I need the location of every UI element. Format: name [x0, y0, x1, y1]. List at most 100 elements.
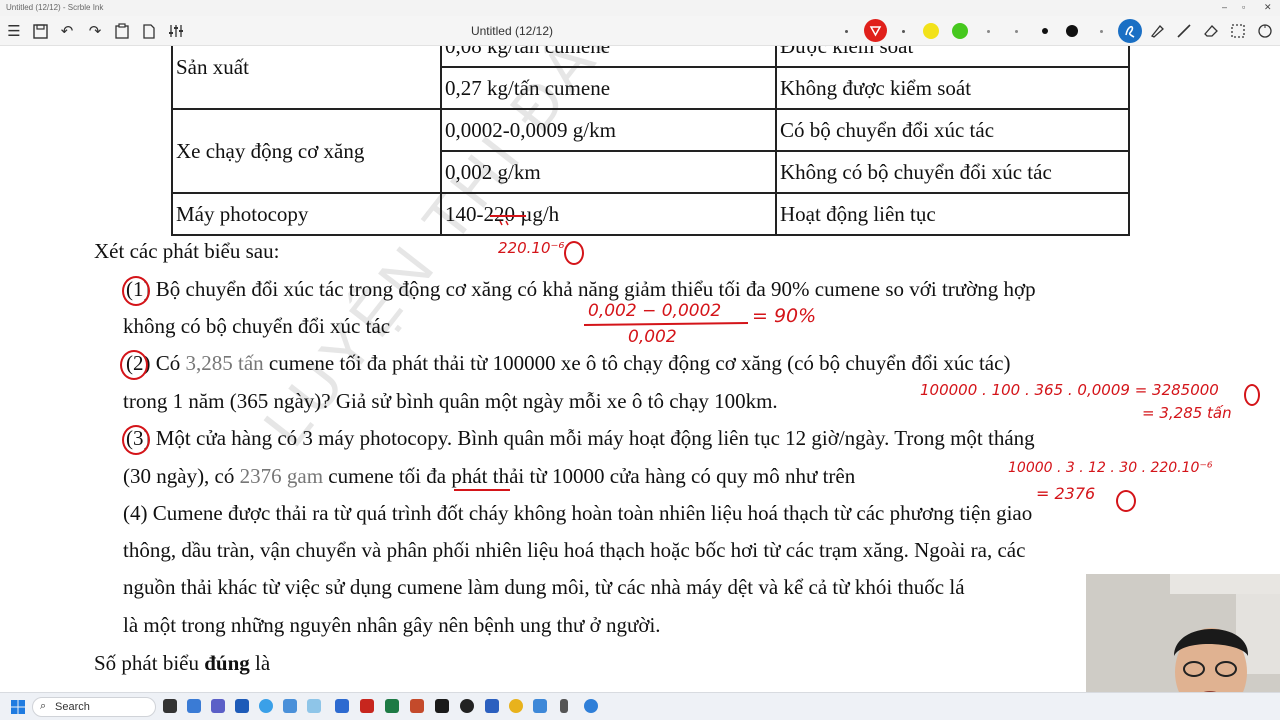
annotation-text: 0,002 − 0,0002 — [588, 301, 722, 321]
app-icon[interactable] — [584, 699, 598, 713]
table-cell: Được kiểm soát — [775, 46, 1130, 68]
minimize-button[interactable]: – — [1222, 2, 1227, 12]
word-icon[interactable] — [485, 699, 499, 713]
annotation-text: 0,002 — [628, 327, 677, 347]
yellow-pen-swatch[interactable] — [923, 23, 939, 39]
select-icon[interactable] — [1228, 21, 1248, 41]
size-dot[interactable] — [1015, 30, 1018, 33]
annotation-text: 100000 . 100 . 365 . 0,0009 = 3285000 — [920, 381, 1219, 399]
app-icon[interactable] — [283, 699, 297, 713]
table-row: Máy photocopy 140-220 µg/h Hoạt động liê… — [171, 192, 1130, 236]
annotation-text: = 2376 — [1036, 484, 1096, 503]
table-cell: 0,27 kg/tấn cumene — [440, 66, 777, 110]
green-pen-swatch[interactable] — [952, 23, 968, 39]
table-cell: Không có bộ chuyển đổi xúc tác — [775, 150, 1130, 194]
app-icon[interactable] — [533, 699, 547, 713]
statement-4-cont: là một trong những nguyên nhân gây nên b… — [123, 613, 661, 637]
annotation-circle — [122, 276, 150, 306]
taskbar: ⌕ Search — [0, 692, 1280, 720]
annotation-circle — [120, 350, 148, 380]
zoom-icon[interactable] — [1255, 21, 1275, 41]
table-cell: Máy photocopy — [171, 192, 442, 236]
table-row: Sản xuất 0,08 kg/tấn cumene Được kiểm so… — [171, 46, 1130, 110]
annotation-circle — [564, 241, 584, 265]
table-row: Xe chạy động cơ xăng 0,0002-0,0009 g/km … — [171, 108, 1130, 194]
table-cell: Sản xuất — [171, 46, 442, 110]
app-icon[interactable] — [435, 699, 449, 713]
statement-2-value: 3,285 tấn — [185, 351, 264, 375]
statement-4: (4) Cumene được thải ra từ quá trình đốt… — [123, 501, 1033, 525]
statement-3-cont: (30 ngày), có 2376 gam cumene tối đa phá… — [123, 464, 855, 489]
statement-3-text: (30 ngày), có — [123, 464, 240, 488]
annotation-circle — [1244, 384, 1260, 406]
edge-icon[interactable] — [259, 699, 273, 713]
statement-4-cont: thông, dầu tràn, vận chuyển và phân phối… — [123, 538, 1026, 562]
intro-text: Xét các phát biểu sau: — [94, 239, 280, 263]
app-icon[interactable] — [307, 699, 321, 713]
statement-2-text: Có — [155, 351, 186, 375]
table-cell: 0,08 kg/tấn cumene — [440, 46, 777, 68]
app-toolbar: ☰ ↶ ↷ Untitled (12/12) — [0, 16, 1280, 46]
excel-icon[interactable] — [385, 699, 399, 713]
question-text: Số phát biểu đúng là — [94, 651, 270, 676]
size-dot[interactable] — [1100, 30, 1103, 33]
search-label: Search — [55, 701, 90, 713]
search-icon: ⌕ — [40, 700, 47, 712]
obs-icon[interactable] — [460, 699, 474, 713]
app-icon[interactable] — [187, 699, 201, 713]
teams-icon[interactable] — [211, 699, 225, 713]
app-icon[interactable] — [335, 699, 349, 713]
statement-3: (3) Một cửa hàng có 3 máy photocopy. Bìn… — [126, 426, 1035, 451]
statement-4-cont: nguồn thải khác từ việc sử dụng cumene l… — [123, 575, 965, 599]
app-icon[interactable] — [560, 699, 568, 713]
table-cell: 0,0002-0,0009 g/km — [440, 108, 777, 152]
annotation-text: = 90% — [752, 305, 817, 327]
statement-3-text: cumene tối đa phát thải từ 10000 cửa hàn… — [323, 464, 856, 488]
annotation-circle — [1116, 490, 1136, 512]
table-cell: Hoạt động liên tục — [775, 192, 1130, 236]
taskbar-search[interactable]: ⌕ Search — [32, 697, 156, 717]
table-cell: Xe chạy động cơ xăng — [171, 108, 442, 194]
statement-1: (1) Bộ chuyển đổi xúc tác trong động cơ … — [126, 277, 1036, 302]
black-pen-large[interactable] — [1066, 25, 1078, 37]
pen-icon[interactable] — [1174, 21, 1194, 41]
black-pen-small[interactable] — [1042, 28, 1048, 34]
size-dot[interactable] — [987, 30, 990, 33]
annotation-circle — [122, 425, 150, 455]
maximize-button[interactable]: ▫ — [1242, 2, 1245, 12]
annotation-text: 220.10⁻⁶ — [498, 239, 565, 257]
statement-2: (2) Có 3,285 tấn cumene tối đa phát thải… — [126, 351, 1010, 376]
annotation-text: = 3,285 tấn — [1142, 404, 1232, 422]
emission-table: Sản xuất 0,08 kg/tấn cumene Được kiểm so… — [171, 46, 1130, 236]
windows-start-icon[interactable] — [8, 697, 28, 717]
statement-1-text: Bộ chuyển đổi xúc tác trong động cơ xăng… — [155, 277, 1036, 301]
table-cell: Không được kiểm soát — [775, 66, 1130, 110]
question-part: là — [249, 651, 271, 675]
window-title: Untitled (12/12) - Scrble Ink — [6, 3, 104, 12]
annotation-underline — [490, 215, 526, 226]
app-icon[interactable] — [235, 699, 249, 713]
statement-2-cont: trong 1 năm (365 ngày)? Giả sử bình quân… — [123, 389, 778, 413]
table-cell: Có bộ chuyển đổi xúc tác — [775, 108, 1130, 152]
close-button[interactable]: ✕ — [1264, 2, 1272, 13]
task-view-icon[interactable] — [163, 699, 177, 713]
statement-3-value: 2376 gam — [239, 464, 324, 488]
chrome-icon[interactable] — [509, 699, 523, 713]
red-pen-swatch[interactable] — [864, 19, 887, 42]
question-part: Số phát biểu — [94, 651, 205, 675]
question-emphasis: đúng — [204, 651, 250, 675]
table-cell: 0,002 g/km — [440, 150, 777, 194]
powerpoint-icon[interactable] — [410, 699, 424, 713]
statement-1-cont: không có bộ chuyển đổi xúc tác — [123, 314, 391, 338]
app-icon[interactable] — [360, 699, 374, 713]
ink-icon[interactable] — [1118, 19, 1142, 43]
eraser-icon[interactable] — [1201, 21, 1221, 41]
annotation-underline — [454, 489, 510, 491]
size-dot[interactable] — [845, 30, 848, 33]
statement-3-text: Một cửa hàng có 3 máy photocopy. Bình qu… — [155, 426, 1035, 450]
highlighter-icon[interactable] — [1147, 21, 1167, 41]
statement-2-text: cumene tối đa phát thải từ 100000 xe ô t… — [263, 351, 1011, 375]
annotation-text: 10000 . 3 . 12 . 30 . 220.10⁻⁶ — [1008, 460, 1213, 476]
size-dot[interactable] — [902, 30, 905, 33]
title-bar: Untitled (12/12) - Scrble Ink – ▫ ✕ — [0, 0, 1280, 16]
